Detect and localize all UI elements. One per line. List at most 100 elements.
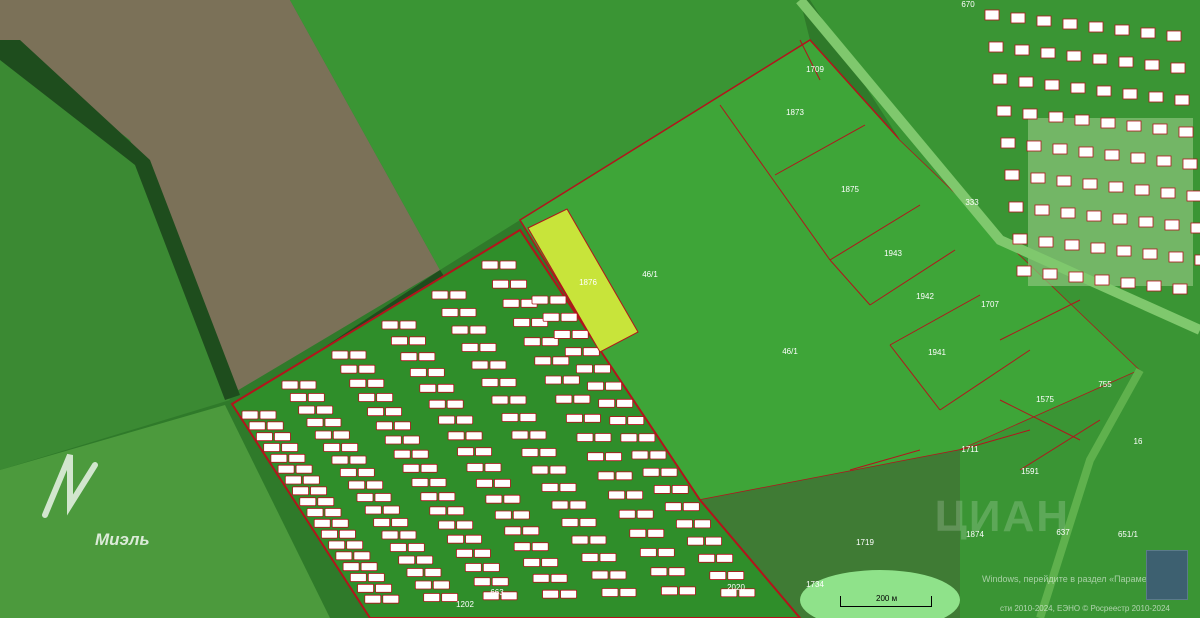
allotment-plot[interactable] [385,407,402,417]
allotment-plot[interactable] [289,393,307,402]
settlement-plot[interactable] [1166,30,1182,42]
allotment-plot[interactable] [416,555,434,565]
settlement-plot[interactable] [1048,111,1064,123]
allotment-plot[interactable] [259,410,277,420]
allotment-plot[interactable] [571,330,589,339]
settlement-plot[interactable] [1094,274,1110,286]
allotment-plot[interactable] [373,518,391,527]
allotment-plot[interactable] [510,279,527,289]
allotment-plot[interactable] [446,399,464,409]
parcel-label[interactable]: 1943 [884,249,902,258]
allotment-plot[interactable] [597,471,615,481]
allotment-plot[interactable] [357,583,374,593]
allotment-plot[interactable] [566,413,583,423]
allotment-plot[interactable] [636,509,654,519]
parcel-label[interactable]: 1873 [786,108,804,117]
settlement-plot[interactable] [1116,245,1132,257]
settlement-plot[interactable] [1062,18,1078,30]
allotment-plot[interactable] [316,405,334,415]
settlement-plot[interactable] [1078,146,1094,158]
settlement-plot[interactable] [1164,219,1180,231]
allotment-plot[interactable] [418,352,436,362]
settlement-plot[interactable] [1134,184,1150,196]
allotment-plot[interactable] [694,519,711,529]
allotment-plot[interactable] [503,494,521,504]
parcel-label[interactable]: 1709 [806,65,824,74]
settlement-plot[interactable] [1012,233,1028,245]
allotment-plot[interactable] [539,448,557,457]
allotment-plot[interactable] [411,478,429,487]
settlement-plot[interactable] [1130,152,1146,164]
allotment-plot[interactable] [306,418,324,427]
allotment-plot[interactable] [481,260,499,270]
allotment-plot[interactable] [609,416,627,425]
allotment-plot[interactable] [519,413,537,422]
allotment-plot[interactable] [549,465,567,475]
allotment-plot[interactable] [456,548,473,558]
allotment-plot[interactable] [522,526,540,536]
allotment-plot[interactable] [399,530,417,540]
allotment-plot[interactable] [367,407,384,417]
parcel-label[interactable]: 651/1 [1118,530,1139,539]
allotment-plot[interactable] [485,494,503,504]
allotment-plot[interactable] [382,594,400,604]
allotment-plot[interactable] [307,393,325,402]
parcel-label[interactable]: 1711 [961,445,979,454]
parcel-label[interactable]: 333 [965,198,979,207]
settlement-plot[interactable] [1114,24,1130,36]
settlement-plot[interactable] [1186,190,1200,202]
allotment-plot[interactable] [668,567,686,577]
allotment-plot[interactable] [587,452,604,462]
allotment-plot[interactable] [457,447,474,457]
parcel-label[interactable]: 1876 [579,278,597,287]
allotment-plot[interactable] [414,580,432,590]
allotment-plot[interactable] [698,553,716,563]
allotment-plot[interactable] [399,320,417,330]
allotment-plot[interactable] [358,364,376,374]
allotment-plot[interactable] [438,492,456,502]
allotment-plot[interactable] [381,530,399,540]
allotment-plot[interactable] [339,468,357,477]
settlement-plot[interactable] [1086,210,1102,222]
settlement-plot[interactable] [1194,254,1200,266]
settlement-plot[interactable] [1008,201,1024,213]
parcel-label[interactable]: 1942 [916,292,934,301]
allotment-plot[interactable] [461,343,479,352]
settlement-plot[interactable] [1096,85,1112,97]
settlement-plot[interactable] [1014,44,1030,56]
allotment-plot[interactable] [544,375,562,385]
parcel-label[interactable]: 1875 [841,185,859,194]
allotment-plot[interactable] [551,500,569,510]
allotment-plot[interactable] [342,562,360,572]
allotment-plot[interactable] [639,548,657,557]
allotment-plot[interactable] [476,478,493,488]
allotment-plot[interactable] [560,312,578,322]
settlement-plot[interactable] [1182,158,1198,170]
allotment-plot[interactable] [573,394,591,404]
settlement-plot[interactable] [996,105,1012,117]
allotment-plot[interactable] [331,518,349,528]
settlement-plot[interactable] [1068,271,1084,283]
allotment-plot[interactable] [429,506,447,516]
settlement-plot[interactable] [1000,137,1016,149]
allotment-plot[interactable] [389,543,407,552]
allotment-plot[interactable] [502,298,520,308]
allotment-plot[interactable] [629,528,647,538]
allotment-plot[interactable] [553,330,571,339]
settlement-plot[interactable] [1038,236,1054,248]
allotment-plot[interactable] [671,485,689,494]
allotment-plot[interactable] [579,518,597,527]
allotment-plot[interactable] [341,443,359,452]
allotment-plot[interactable] [608,490,626,500]
allotment-plot[interactable] [406,568,424,577]
allotment-plot[interactable] [491,395,509,405]
allotment-plot[interactable] [676,519,693,529]
allotment-plot[interactable] [438,415,456,425]
settlement-plot[interactable] [1060,207,1076,219]
settlement-plot[interactable] [1144,59,1160,71]
allotment-plot[interactable] [626,490,644,500]
allotment-plot[interactable] [598,398,616,408]
allotment-plot[interactable] [469,325,487,335]
allotment-plot[interactable] [366,480,384,490]
allotment-plot[interactable] [605,381,622,391]
